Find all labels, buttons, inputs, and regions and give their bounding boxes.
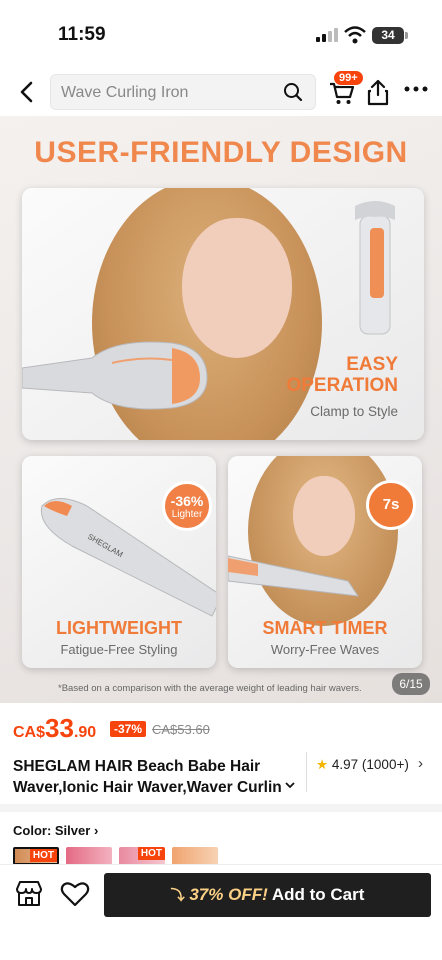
cellular-signal-icon bbox=[316, 28, 340, 42]
timer-seconds-badge: 7s bbox=[366, 480, 416, 530]
wifi-icon bbox=[344, 26, 366, 44]
feature-card-lightweight: SHEGLAM -36% Lighter LIGHTWEIGHT Fatigue… bbox=[22, 456, 216, 668]
search-bar[interactable]: Wave Curling Iron bbox=[50, 74, 316, 110]
color-swatch-orange[interactable] bbox=[172, 847, 218, 865]
hair-waver-upright-image bbox=[355, 201, 395, 335]
add-to-cart-button[interactable]: ⤵ 37% OFF! Add to Cart bbox=[104, 873, 431, 917]
lighter-percent-badge: -36% Lighter bbox=[162, 481, 212, 531]
banner-footnote: *Based on a comparison with the average … bbox=[58, 683, 362, 694]
chevron-down-icon[interactable] bbox=[284, 780, 296, 790]
chevron-right-icon: › bbox=[93, 823, 99, 838]
share-icon[interactable] bbox=[366, 78, 390, 106]
smart-timer-heading: SMART TIMER bbox=[262, 618, 388, 638]
battery-icon: 34 bbox=[372, 27, 408, 44]
easy-heading: EASY OPERATION bbox=[286, 354, 398, 396]
back-arrow-icon[interactable] bbox=[14, 78, 42, 106]
wishlist-heart-icon[interactable] bbox=[60, 881, 90, 907]
section-divider bbox=[0, 804, 442, 812]
lightweight-subtitle: Fatigue-Free Styling bbox=[60, 642, 178, 657]
hair-waver-image bbox=[22, 341, 208, 410]
status-time: 11:59 bbox=[58, 24, 106, 45]
store-icon[interactable] bbox=[14, 879, 44, 907]
status-bar: 11:59 34 bbox=[0, 0, 442, 70]
feature-card-smart-timer: 7s SMART TIMER Worry-Free Waves bbox=[228, 456, 422, 668]
color-swatch-silver[interactable]: HOT bbox=[13, 847, 59, 865]
hot-badge: HOT bbox=[137, 847, 165, 860]
banner-title: USER-FRIENDLY DESIGN bbox=[34, 136, 408, 169]
bottom-action-bar: ⤵ 37% OFF! Add to Cart bbox=[0, 864, 442, 960]
feature-card-easy-operation: EASY OPERATION Clamp to Style bbox=[22, 188, 424, 440]
hot-badge: HOT bbox=[29, 849, 57, 862]
rating-summary[interactable]: ★ 4.97 (1000+) bbox=[316, 757, 409, 773]
color-selector-label[interactable]: Color: Silver › bbox=[13, 823, 98, 838]
rating-value: 4.97 bbox=[331, 757, 359, 772]
cart-count-badge: 99+ bbox=[333, 70, 364, 86]
color-swatch-rose[interactable]: HOT bbox=[119, 847, 165, 865]
original-price: CA$53.60 bbox=[152, 722, 210, 737]
search-input[interactable]: Wave Curling Iron bbox=[61, 84, 188, 102]
cta-label: Add to Cart bbox=[271, 885, 365, 904]
easy-subtitle: Clamp to Style bbox=[310, 404, 398, 419]
image-page-indicator: 6/15 bbox=[392, 673, 430, 695]
product-title[interactable]: SHEGLAM HAIR Beach Babe Hair Waver,Ionic… bbox=[13, 756, 295, 798]
discount-badge: -37% bbox=[110, 721, 147, 737]
timer-waver-image bbox=[228, 555, 360, 597]
divider bbox=[306, 752, 307, 792]
cta-discount-text: 37% OFF! bbox=[189, 885, 268, 904]
more-options-icon[interactable] bbox=[404, 84, 428, 94]
chevron-right-icon[interactable]: › bbox=[418, 755, 423, 772]
search-icon[interactable] bbox=[283, 82, 303, 102]
color-swatch-pink[interactable] bbox=[66, 847, 112, 865]
top-nav: Wave Curling Iron 99+ bbox=[0, 70, 442, 116]
smart-timer-subtitle: Worry-Free Waves bbox=[270, 642, 380, 657]
lightweight-heading: LIGHTWEIGHT bbox=[56, 618, 182, 638]
rating-count: (1000+) bbox=[361, 757, 409, 772]
product-image-banner[interactable]: USER-FRIENDLY DESIGN EASY OPERATION Clam… bbox=[0, 116, 442, 703]
star-icon: ★ bbox=[316, 757, 329, 772]
trend-down-icon: ⤵ bbox=[170, 887, 185, 903]
current-price: CA$33.90 bbox=[13, 713, 97, 743]
